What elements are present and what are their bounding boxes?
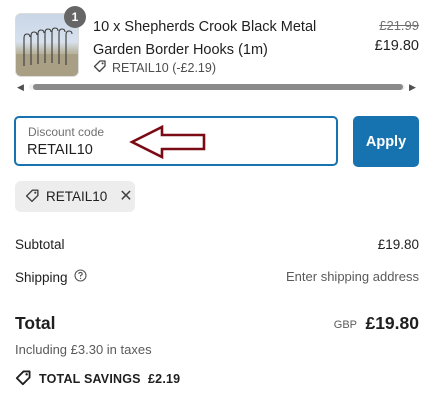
- total-savings: TOTAL SAVINGS £2.19: [15, 369, 180, 389]
- product-title: 10 x Shepherds Crook Black Metal Garden …: [93, 19, 317, 58]
- total-value: £19.80: [365, 313, 419, 333]
- tag-icon: [25, 188, 40, 206]
- product-discount-label: RETAIL10 (-£2.19): [112, 60, 216, 75]
- quantity-badge: 1: [64, 6, 86, 28]
- shipping-row: Shipping: [15, 269, 87, 285]
- scrollbar-thumb[interactable]: [33, 84, 403, 90]
- tag-icon: [93, 59, 107, 76]
- annotation-arrow-icon: [128, 124, 208, 165]
- apply-button[interactable]: Apply: [353, 116, 419, 167]
- subtotal-value: £19.80: [377, 237, 419, 252]
- close-icon[interactable]: ✕: [119, 188, 132, 205]
- total-label: Total: [15, 313, 56, 333]
- scroll-right-icon[interactable]: ▶: [409, 82, 416, 92]
- original-price: £21.99: [379, 18, 419, 33]
- product-price: £19.80: [374, 38, 419, 54]
- tag-icon: [15, 369, 32, 389]
- taxes-note: Including £3.30 in taxes: [15, 342, 152, 357]
- applied-discount-chip: RETAIL10 ✕: [15, 181, 135, 212]
- shipping-value: Enter shipping address: [286, 269, 419, 284]
- subtotal-label: Subtotal: [15, 237, 65, 252]
- applied-discount-code: RETAIL10: [46, 189, 108, 204]
- discount-code-input[interactable]: RETAIL10: [27, 142, 93, 158]
- discount-code-label: Discount code: [28, 125, 105, 139]
- scroll-left-icon[interactable]: ◀: [17, 82, 24, 92]
- currency-code: GBP: [333, 319, 357, 331]
- shipping-label: Shipping: [15, 269, 68, 285]
- total-savings-text: TOTAL SAVINGS £2.19: [39, 372, 181, 386]
- product-discount: RETAIL10 (-£2.19): [93, 59, 216, 76]
- help-icon[interactable]: [73, 269, 87, 285]
